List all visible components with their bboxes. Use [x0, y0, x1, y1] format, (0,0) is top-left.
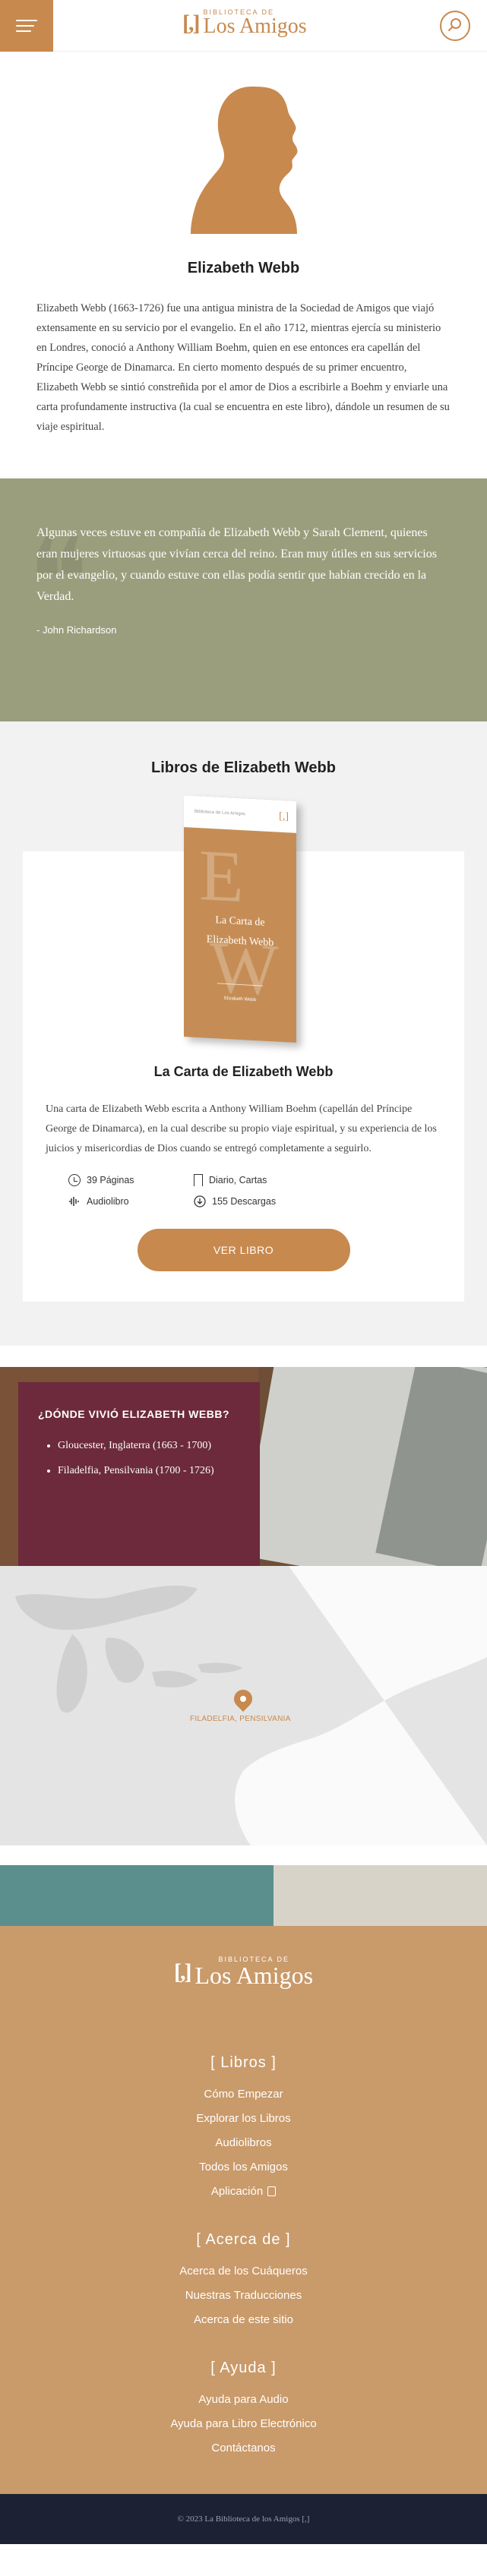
- footer-link[interactable]: Todos los Amigos: [0, 2155, 487, 2180]
- site-header: [,] BIBLIOTECA DE Los Amigos: [0, 0, 487, 52]
- quote-text: Algunas veces estuve en compañía de Eliz…: [36, 526, 437, 603]
- book-tags-text: Diario, Cartas: [209, 1175, 267, 1185]
- footer-link-app[interactable]: Aplicación: [0, 2180, 487, 2204]
- footer-link[interactable]: Audiolibros: [0, 2131, 487, 2155]
- logo-text: BIBLIOTECA DE Los Amigos: [203, 9, 306, 37]
- book-audio-text: Audiolibro: [87, 1196, 129, 1207]
- residence-item: Gloucester, Inglaterra (1663 - 1700): [58, 1437, 240, 1454]
- author-bio: Elizabeth Webb (1663-1726) fue una antig…: [36, 302, 450, 433]
- footer-link[interactable]: Ayuda para Audio: [0, 2388, 487, 2412]
- book-cover-letter-e: E: [199, 834, 244, 918]
- book-cover-logo-mark: [,]: [279, 810, 289, 823]
- footer-link[interactable]: Explorar los Libros: [0, 2107, 487, 2131]
- audio-waveform-icon: [69, 1197, 79, 1206]
- book-downloads-text: 155 Descargas: [212, 1196, 277, 1207]
- footer-link[interactable]: Acerca de este sitio: [0, 2308, 487, 2332]
- footer-link[interactable]: Ayuda para Libro Electrónico: [0, 2412, 487, 2436]
- residence-box: ¿DÓNDE VIVIÓ ELIZABETH WEBB? Gloucester,…: [18, 1382, 260, 1566]
- footer-heading-libros: [ Libros ]: [210, 2054, 277, 2071]
- footer-heading-acerca: [ Acerca de ]: [196, 2231, 291, 2248]
- author-name: Elizabeth Webb: [187, 260, 300, 276]
- residence-item: Filadelfia, Pensilvania (1700 - 1726): [58, 1462, 240, 1479]
- footer-link[interactable]: Acerca de los Cuáqueros: [0, 2259, 487, 2284]
- book-audio: Audiolibro: [68, 1195, 194, 1208]
- clock-icon: [68, 1174, 81, 1186]
- site-logo[interactable]: [,] BIBLIOTECA DE Los Amigos: [182, 9, 307, 37]
- menu-icon-bar: [16, 25, 34, 27]
- book-pages-text: 39 Páginas: [87, 1175, 134, 1185]
- logo-big-text: Los Amigos: [203, 14, 307, 38]
- quote-section: ❝ Algunas veces estuve en compañía de El…: [0, 478, 487, 721]
- books-section-title: Libros de Elizabeth Webb: [151, 759, 336, 776]
- books-section: Libros de Elizabeth Webb Biblioteca de L…: [0, 721, 487, 1346]
- book-tags: Diario, Cartas: [194, 1174, 315, 1186]
- footer-link[interactable]: Cómo Empezar: [0, 2082, 487, 2107]
- residence-title: ¿DÓNDE VIVIÓ ELIZABETH WEBB?: [38, 1408, 229, 1420]
- book-meta: 39 Páginas Diario, Cartas Audiolibro 155…: [68, 1174, 441, 1208]
- menu-icon-bar: [16, 30, 31, 32]
- quote-author: - John Richardson: [36, 624, 117, 636]
- footer-photo-strip: [0, 1865, 487, 1926]
- book-description: Una carta de Elizabeth Webb escrita a An…: [46, 1103, 437, 1154]
- mobile-phone-icon: [267, 2186, 277, 2196]
- footer-link[interactable]: Contáctanos: [0, 2436, 487, 2461]
- residence-map[interactable]: FILADELFIA, PENSILVANIA: [0, 1566, 487, 1845]
- download-icon: [194, 1195, 206, 1208]
- site-footer: [,] BIBLIOTECA DE Los Amigos [ Libros ] …: [0, 1926, 487, 2494]
- map-pin-label: FILADELFIA, PENSILVANIA: [190, 1715, 291, 1723]
- book-pages: 39 Páginas: [68, 1174, 194, 1186]
- bookmark-icon: [194, 1174, 203, 1186]
- footer-link-app-label: Aplicación: [210, 2185, 264, 2198]
- footer-photo-book: [274, 1865, 487, 1926]
- author-section: Elizabeth Webb Elizabeth Webb (1663-1726…: [0, 52, 487, 478]
- menu-icon-bar: [16, 20, 37, 21]
- search-icon: [448, 18, 461, 31]
- copyright-bar: © 2023 La Biblioteca de los Amigos [,]: [0, 2494, 487, 2544]
- residence-section: ¿DÓNDE VIVIÓ ELIZABETH WEBB? Gloucester,…: [0, 1367, 487, 1566]
- footer-logo-text: BIBLIOTECA DE Los Amigos: [194, 1956, 314, 1989]
- book-cover-publisher: Biblioteca de Los Amigos: [194, 809, 246, 817]
- footer-logo-big-text: Los Amigos: [194, 1962, 314, 1989]
- footer-logo-mark: [,]: [173, 1959, 192, 1984]
- residence-list: Gloucester, Inglaterra (1663 - 1700) Fil…: [38, 1437, 240, 1479]
- footer-logo[interactable]: [,] BIBLIOTECA DE Los Amigos: [173, 1956, 314, 1989]
- author-silhouette-image: [190, 87, 298, 234]
- view-book-button[interactable]: VER LIBRO: [137, 1229, 350, 1271]
- book-cover-title: La Carta de Elizabeth Webb: [184, 909, 296, 955]
- logo-mark: [,]: [182, 10, 201, 36]
- book-title[interactable]: La Carta de Elizabeth Webb: [46, 1064, 441, 1080]
- hamburger-menu-button[interactable]: [0, 0, 53, 52]
- search-button[interactable]: [440, 11, 470, 41]
- book-card-wrapper: Biblioteca de Los Amigos [,] E W La Cart…: [23, 795, 464, 1302]
- book-cover-image[interactable]: Biblioteca de Los Amigos [,] E W La Cart…: [184, 795, 296, 1043]
- book-cover-header: Biblioteca de Los Amigos [,]: [184, 795, 296, 833]
- book-downloads: 155 Descargas: [194, 1195, 315, 1208]
- footer-heading-ayuda: [ Ayuda ]: [210, 2360, 277, 2376]
- footer-link[interactable]: Nuestras Traducciones: [0, 2284, 487, 2308]
